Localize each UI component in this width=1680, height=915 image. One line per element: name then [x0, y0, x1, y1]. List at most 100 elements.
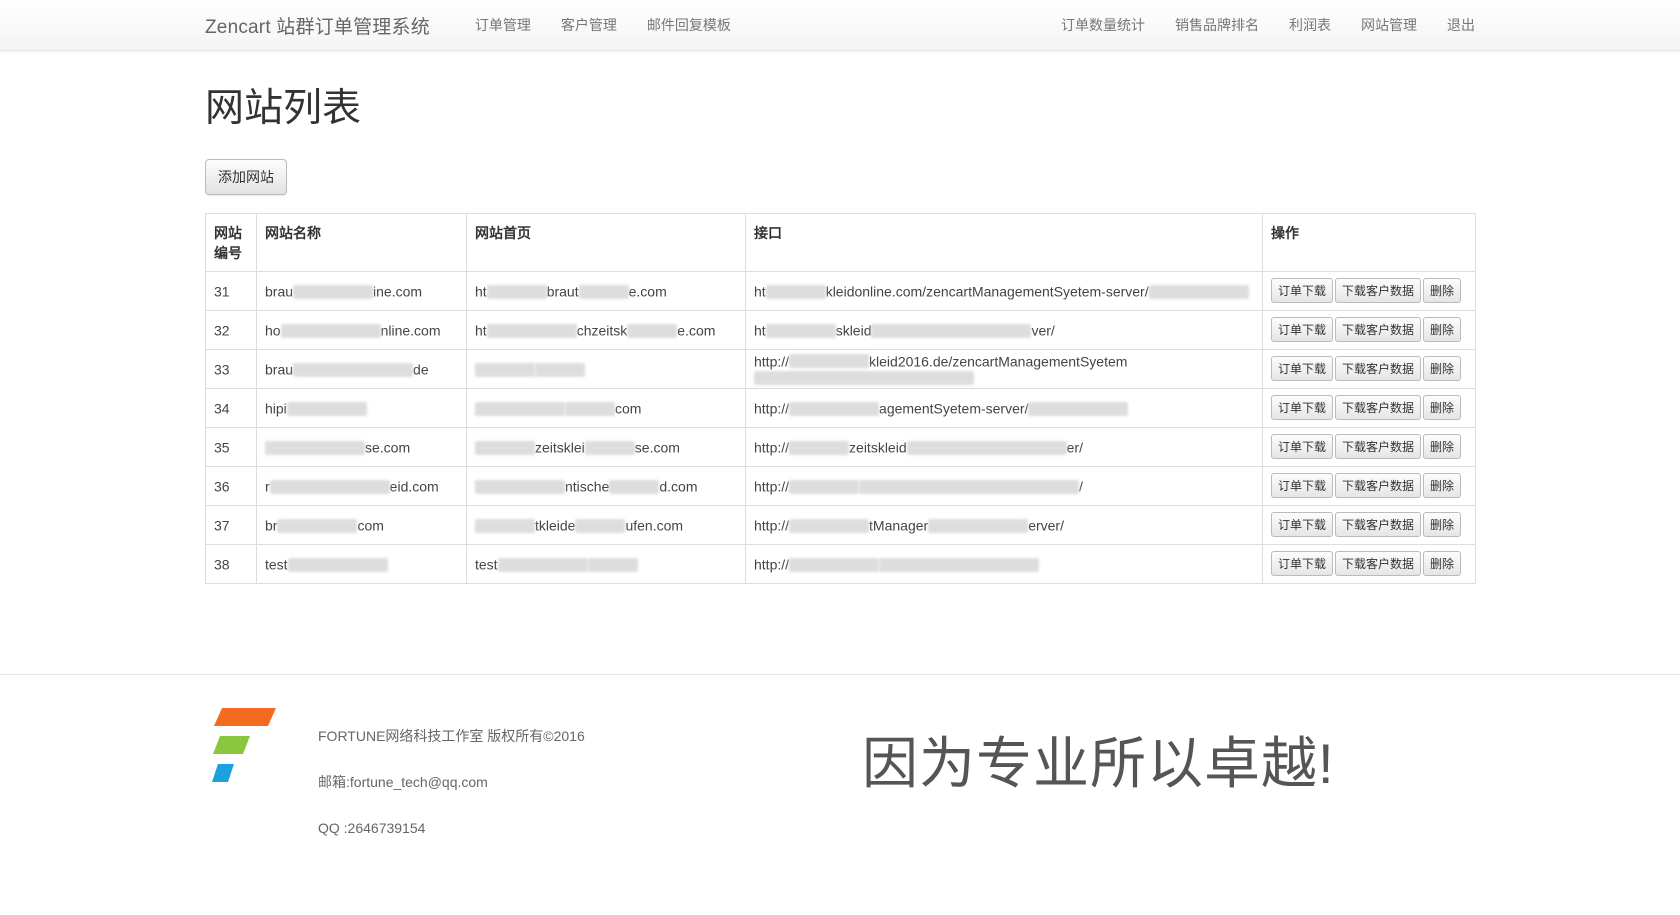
redacted-text	[789, 440, 850, 455]
redacted-text	[280, 323, 381, 338]
redacted-text	[575, 518, 626, 533]
cell-site-id-text: 38	[214, 556, 230, 573]
nav-order-stats[interactable]: 订单数量统计	[1046, 15, 1160, 35]
download-customers-button[interactable]: 下载客户数据	[1335, 551, 1422, 577]
footer-qq: QQ :2646739154	[318, 820, 426, 836]
download-customers-button[interactable]: 下载客户数据	[1335, 278, 1422, 304]
brand-title[interactable]: Zencart 站群订单管理系统	[205, 12, 430, 39]
download-orders-button[interactable]: 订单下载	[1271, 395, 1334, 421]
footer-email: 邮箱:fortune_tech@qq.com	[318, 774, 488, 790]
cell-site-api-text: http://	[754, 400, 790, 417]
redacted-text	[565, 401, 615, 416]
redacted-text	[475, 362, 535, 377]
redacted-text	[789, 401, 880, 416]
cell-site-api: ht skleid ver/	[745, 309, 1263, 350]
delete-button[interactable]: 删除	[1423, 395, 1462, 421]
redacted-text	[535, 362, 585, 377]
table-row: 38 test test http:// 订单下载 下载客户数据 删除	[205, 543, 1476, 584]
cell-site-api: http://	[745, 543, 1263, 584]
download-customers-button[interactable]: 下载客户数据	[1335, 434, 1422, 460]
delete-button[interactable]: 删除	[1423, 473, 1462, 499]
cell-site-api-text: http://	[754, 478, 790, 495]
redacted-text	[486, 323, 577, 338]
cell-site-api-text: http://	[754, 517, 790, 534]
nav-logout[interactable]: 退出	[1432, 15, 1475, 35]
cell-site-home-text: test	[475, 556, 498, 573]
cell-site-api-text: zeitskleid	[849, 439, 907, 456]
nav-order-management[interactable]: 订单管理	[460, 15, 546, 35]
fortune-logo	[212, 708, 276, 782]
nav-site-management[interactable]: 网站管理	[1346, 15, 1432, 35]
cell-site-id: 32	[205, 309, 257, 350]
cell-operations: 订单下载 下载客户数据 删除	[1262, 504, 1476, 545]
redacted-text	[789, 557, 880, 572]
download-customers-button[interactable]: 下载客户数据	[1335, 317, 1422, 343]
cell-site-name: br com	[256, 504, 467, 545]
cell-site-home: ht braut e.com	[466, 270, 746, 311]
cell-site-home-text: ht	[475, 283, 487, 300]
cell-site-api-text: ht	[754, 322, 766, 339]
redacted-text	[765, 284, 826, 299]
cell-site-api-text: er/	[1066, 439, 1083, 456]
cell-site-home-text: se.com	[634, 439, 680, 456]
download-orders-button[interactable]: 订单下载	[1271, 551, 1334, 577]
cell-site-name: test	[256, 543, 467, 584]
nav-brand-ranking[interactable]: 销售品牌排名	[1160, 15, 1274, 35]
cell-site-home: ht chzeitsk e.com	[466, 309, 746, 350]
cell-site-id-text: 36	[214, 478, 230, 495]
footer: FORTUNE网络科技工作室 版权所有©2016 邮箱:fortune_tech…	[0, 674, 1680, 915]
table-header-row: 网站编号 网站名称 网站首页 接口 操作	[205, 212, 1476, 272]
nav-email-templates[interactable]: 邮件回复模板	[632, 15, 746, 35]
nav-customer-management[interactable]: 客户管理	[546, 15, 632, 35]
table-row: 32 ho nline.com ht chzeitsk e.com ht skleid ver/…	[205, 309, 1476, 350]
header-operations: 操作	[1262, 212, 1476, 272]
download-orders-button[interactable]: 订单下载	[1271, 473, 1334, 499]
redacted-text	[789, 479, 860, 494]
delete-button[interactable]: 删除	[1423, 356, 1462, 382]
download-orders-button[interactable]: 订单下载	[1271, 512, 1334, 538]
download-customers-button[interactable]: 下载客户数据	[1335, 473, 1422, 499]
download-customers-button[interactable]: 下载客户数据	[1335, 395, 1422, 421]
cell-operations: 订单下载 下载客户数据 删除	[1262, 348, 1476, 389]
cell-site-name-text: r	[265, 478, 270, 495]
cell-site-api-text: agementSyetem-server/	[879, 400, 1029, 417]
delete-button[interactable]: 删除	[1423, 278, 1462, 304]
delete-button[interactable]: 删除	[1423, 551, 1462, 577]
cell-site-name-text: brau	[265, 283, 294, 300]
download-customers-button[interactable]: 下载客户数据	[1335, 512, 1422, 538]
download-orders-button[interactable]: 订单下载	[1271, 356, 1334, 382]
cell-site-id: 31	[205, 270, 257, 311]
cell-operations: 订单下载 下载客户数据 删除	[1262, 465, 1476, 506]
cell-site-name: hipi	[256, 387, 467, 428]
redacted-text	[578, 284, 629, 299]
top-navbar: Zencart 站群订单管理系统 订单管理 客户管理 邮件回复模板 订单数量统计…	[0, 0, 1680, 51]
delete-button[interactable]: 删除	[1423, 434, 1462, 460]
cell-site-id-text: 35	[214, 439, 230, 456]
cell-site-api-text: kleidonline.com/zencartManagementSyetem-…	[825, 283, 1149, 300]
cell-site-home-text: e.com	[677, 322, 716, 339]
cell-site-id-text: 32	[214, 322, 230, 339]
cell-site-id-text: 34	[214, 400, 230, 417]
download-customers-button[interactable]: 下载客户数据	[1335, 356, 1422, 382]
cell-operations: 订单下载 下载客户数据 删除	[1262, 270, 1476, 311]
header-site-name: 网站名称	[256, 212, 467, 272]
footer-slogan: 因为专业所以卓越!	[862, 732, 1335, 795]
cell-site-name: ho nline.com	[256, 309, 467, 350]
add-site-button[interactable]: 添加网站	[205, 158, 287, 195]
download-orders-button[interactable]: 订单下载	[1271, 317, 1334, 343]
cell-operations: 订单下载 下载客户数据 删除	[1262, 309, 1476, 350]
table-row: 35 se.com zeitsklei se.com http:// zeitskleid…	[205, 426, 1476, 467]
download-orders-button[interactable]: 订单下载	[1271, 278, 1334, 304]
page-title: 网站列表	[205, 87, 362, 130]
redacted-text	[475, 518, 535, 533]
table-row: 34 hipi com http:// agementSyetem-server/订单下…	[205, 387, 1476, 428]
cell-site-api-text: erver/	[1028, 517, 1064, 534]
nav-profit-table[interactable]: 利润表	[1274, 15, 1346, 35]
cell-site-name: se.com	[256, 426, 467, 467]
delete-button[interactable]: 删除	[1423, 317, 1462, 343]
delete-button[interactable]: 删除	[1423, 512, 1462, 538]
cell-site-home-text: chzeitsk	[576, 322, 628, 339]
cell-site-name-text: hipi	[265, 400, 287, 417]
download-orders-button[interactable]: 订单下载	[1271, 434, 1334, 460]
redacted-text	[1148, 284, 1249, 299]
